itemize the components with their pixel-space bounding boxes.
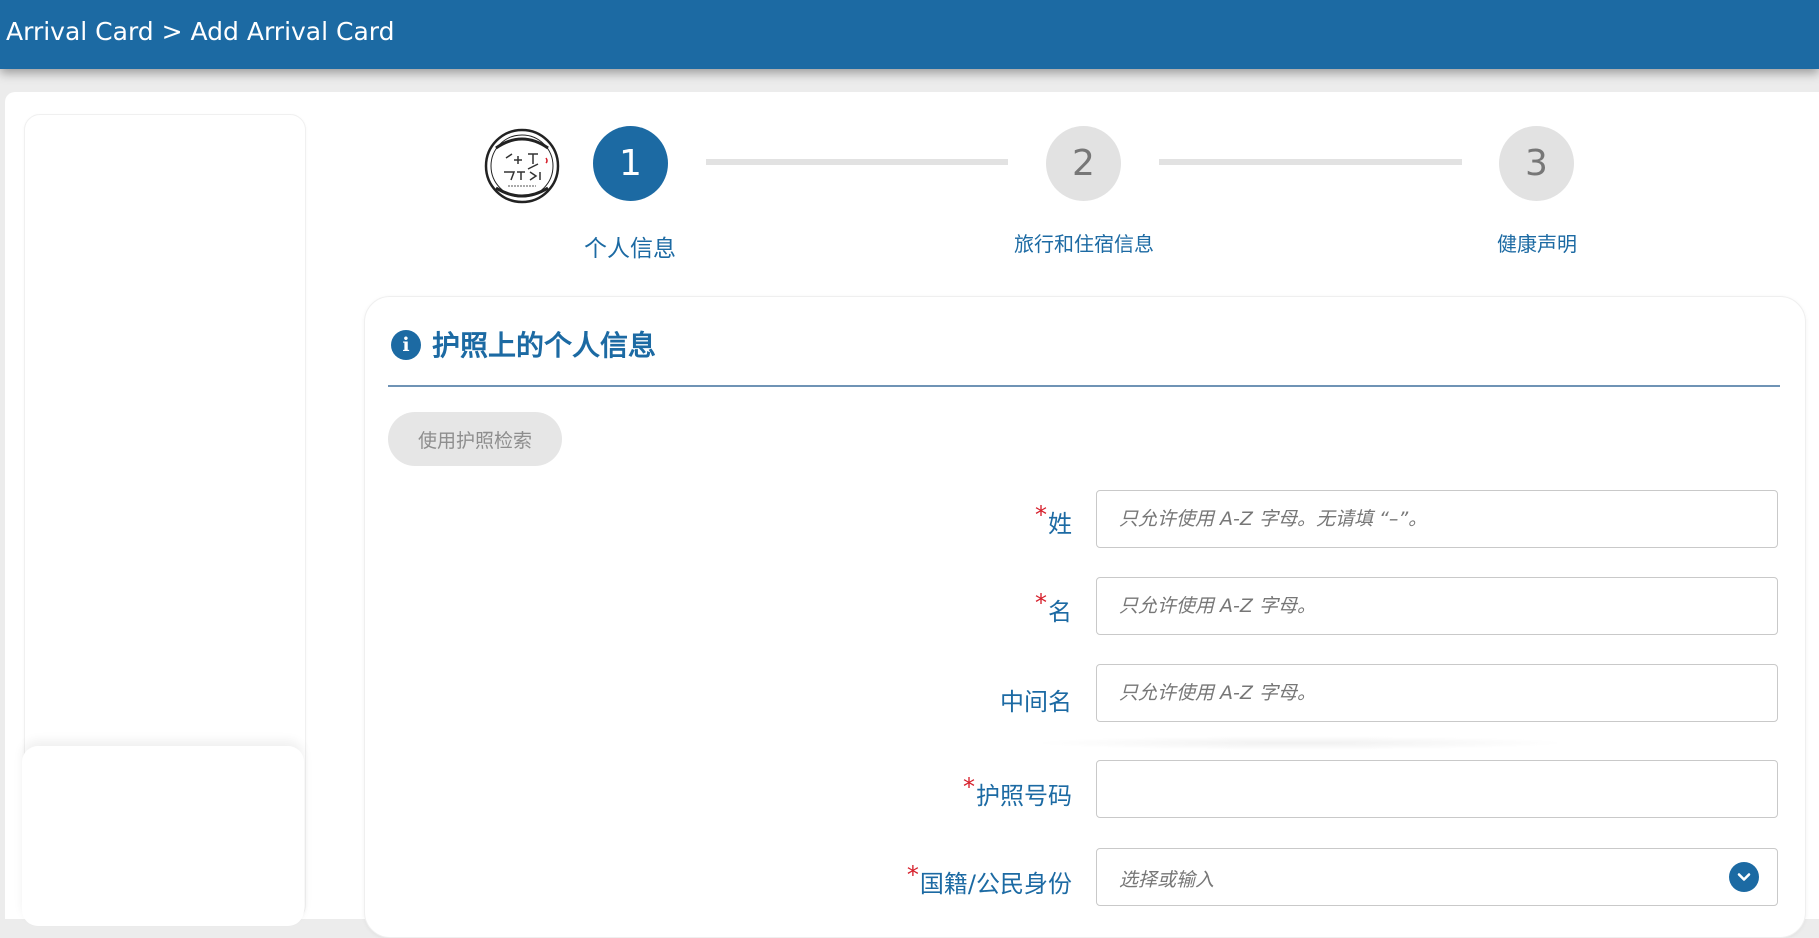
middle-name-label: 中间名 — [1000, 688, 1072, 716]
passport-number-input[interactable] — [1096, 760, 1778, 818]
step-2-circle[interactable]: 2 — [1046, 126, 1121, 201]
required-marker: * — [906, 861, 919, 889]
section-shadow — [1030, 736, 1570, 750]
surname-label: *姓 — [1035, 501, 1072, 538]
section-divider — [388, 385, 1780, 387]
step-1-circle[interactable]: 1 — [593, 126, 668, 201]
info-icon: i — [391, 330, 421, 360]
required-marker: * — [963, 773, 975, 801]
required-marker: * — [1035, 589, 1047, 617]
step-1-number: 1 — [619, 143, 642, 184]
step-3-number: 3 — [1525, 143, 1548, 184]
step-connector-1 — [706, 159, 1008, 165]
nationality-select[interactable]: 选择或输入 — [1096, 848, 1778, 906]
top-header-bar: Arrival Card > Add Arrival Card — [0, 0, 1819, 69]
middle-name-input[interactable] — [1096, 664, 1778, 722]
left-sidebar-card-lower — [22, 746, 304, 926]
passport-search-button[interactable]: 使用护照检索 — [388, 412, 562, 466]
step-3-label: 健康声明 — [1497, 232, 1577, 256]
given-name-label: *名 — [1035, 589, 1072, 626]
section-title: 护照上的个人信息 — [432, 329, 657, 362]
chevron-down-icon[interactable] — [1729, 862, 1759, 892]
passport-number-label: *护照号码 — [963, 773, 1072, 810]
nationality-label: *国籍/公民身份 — [906, 861, 1072, 898]
step-3-circle[interactable]: 3 — [1499, 126, 1574, 201]
breadcrumb: Arrival Card > Add Arrival Card — [6, 17, 395, 46]
step-connector-2 — [1159, 159, 1462, 165]
required-marker: * — [1035, 501, 1047, 529]
surname-input[interactable] — [1096, 490, 1778, 548]
given-name-input[interactable] — [1096, 577, 1778, 635]
smile-seal-logo-icon — [484, 124, 560, 208]
step-1-label: 个人信息 — [584, 236, 676, 262]
step-2-number: 2 — [1072, 143, 1095, 184]
nationality-select-placeholder: 选择或输入 — [1119, 869, 1215, 891]
step-2-label: 旅行和住宿信息 — [1014, 232, 1154, 256]
